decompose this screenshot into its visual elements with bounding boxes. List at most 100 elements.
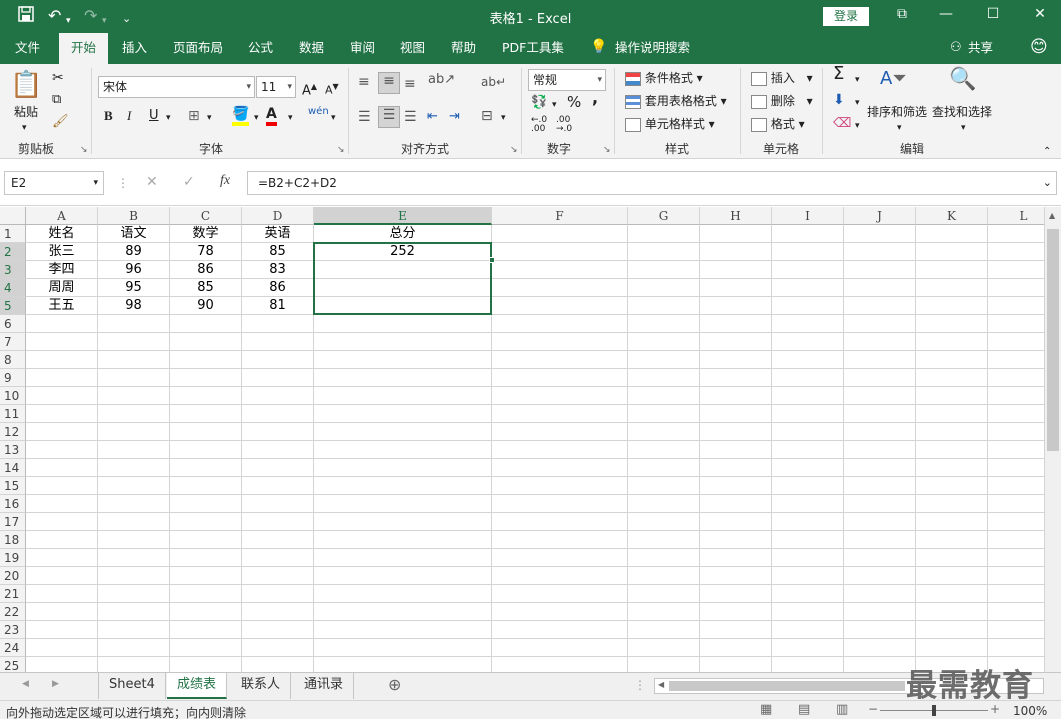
underline-dropdown-icon[interactable]: ▾ <box>166 110 171 126</box>
cell-c5[interactable]: 90 <box>170 297 242 315</box>
row-header-8[interactable]: 8 <box>0 351 26 369</box>
cell-i10[interactable] <box>772 387 844 405</box>
cell-e24[interactable] <box>314 639 492 657</box>
row-header-10[interactable]: 10 <box>0 387 26 405</box>
cell-d18[interactable] <box>242 531 314 549</box>
italic-button[interactable]: I <box>127 108 131 124</box>
cell-f13[interactable] <box>492 441 628 459</box>
expand-formula-icon[interactable]: ⌄ <box>1043 172 1052 194</box>
cell-d20[interactable] <box>242 567 314 585</box>
cell-a19[interactable] <box>26 549 98 567</box>
cell-a12[interactable] <box>26 423 98 441</box>
align-center-icon[interactable]: ☰ <box>378 106 400 128</box>
autosum-icon[interactable]: Σ <box>833 65 844 83</box>
cell-d24[interactable] <box>242 639 314 657</box>
currency-dropdown-icon[interactable]: ▾ <box>552 97 557 113</box>
tab-home[interactable]: 开始 <box>59 33 109 64</box>
cell-f4[interactable] <box>492 279 628 297</box>
cell-i24[interactable] <box>772 639 844 657</box>
borders-dropdown-icon[interactable]: ▾ <box>207 110 212 126</box>
page-layout-view-icon[interactable]: ▤ <box>798 702 810 717</box>
cell-a18[interactable] <box>26 531 98 549</box>
cell-g1[interactable] <box>628 225 700 243</box>
cell-k8[interactable] <box>916 351 988 369</box>
cell-l10[interactable] <box>988 387 1044 405</box>
cell-h25[interactable] <box>700 657 772 672</box>
cell-j24[interactable] <box>844 639 916 657</box>
cell-b8[interactable] <box>98 351 170 369</box>
cell-d23[interactable] <box>242 621 314 639</box>
fill-handle[interactable] <box>489 257 495 263</box>
cell-e25[interactable] <box>314 657 492 672</box>
cell-e7[interactable] <box>314 333 492 351</box>
cell-c4[interactable]: 85 <box>170 279 242 297</box>
cell-h19[interactable] <box>700 549 772 567</box>
ribbon-display-icon[interactable]: ⧉ <box>892 6 912 22</box>
column-header-h[interactable]: H <box>700 207 772 225</box>
cell-k3[interactable] <box>916 261 988 279</box>
cell-b13[interactable] <box>98 441 170 459</box>
cell-i17[interactable] <box>772 513 844 531</box>
cell-a16[interactable] <box>26 495 98 513</box>
cell-h23[interactable] <box>700 621 772 639</box>
cell-e20[interactable] <box>314 567 492 585</box>
close-button[interactable]: ✕ <box>1030 6 1050 22</box>
cell-l16[interactable] <box>988 495 1044 513</box>
column-header-j[interactable]: J <box>844 207 916 225</box>
cell-k19[interactable] <box>916 549 988 567</box>
cell-g9[interactable] <box>628 369 700 387</box>
cell-l15[interactable] <box>988 477 1044 495</box>
cell-f18[interactable] <box>492 531 628 549</box>
cell-d10[interactable] <box>242 387 314 405</box>
row-header-24[interactable]: 24 <box>0 639 26 657</box>
font-color-icon[interactable]: A <box>266 106 277 126</box>
cell-e9[interactable] <box>314 369 492 387</box>
cell-d25[interactable] <box>242 657 314 672</box>
cell-e23[interactable] <box>314 621 492 639</box>
column-header-e[interactable]: E <box>314 207 492 225</box>
clear-dropdown-icon[interactable]: ▾ <box>855 118 860 134</box>
sort-filter-icon[interactable]: A⏷ <box>880 68 907 90</box>
cell-e21[interactable] <box>314 585 492 603</box>
cell-c6[interactable] <box>170 315 242 333</box>
cell-l8[interactable] <box>988 351 1044 369</box>
cell-a20[interactable] <box>26 567 98 585</box>
cell-c14[interactable] <box>170 459 242 477</box>
row-header-11[interactable]: 11 <box>0 405 26 423</box>
cell-g16[interactable] <box>628 495 700 513</box>
cell-j13[interactable] <box>844 441 916 459</box>
cell-b7[interactable] <box>98 333 170 351</box>
cell-j4[interactable] <box>844 279 916 297</box>
cell-f15[interactable] <box>492 477 628 495</box>
cell-a13[interactable] <box>26 441 98 459</box>
cell-c25[interactable] <box>170 657 242 672</box>
cut-icon[interactable]: ✂ <box>52 70 64 86</box>
cell-e10[interactable] <box>314 387 492 405</box>
cell-f1[interactable] <box>492 225 628 243</box>
cell-l3[interactable] <box>988 261 1044 279</box>
cell-a4[interactable]: 周周 <box>26 279 98 297</box>
cell-d6[interactable] <box>242 315 314 333</box>
row-header-3[interactable]: 3 <box>0 261 26 279</box>
cell-j1[interactable] <box>844 225 916 243</box>
cell-k15[interactable] <box>916 477 988 495</box>
font-color-dropdown-icon[interactable]: ▾ <box>288 110 293 126</box>
cell-k12[interactable] <box>916 423 988 441</box>
cell-f23[interactable] <box>492 621 628 639</box>
cell-b16[interactable] <box>98 495 170 513</box>
collapse-ribbon-icon[interactable]: ⌃ <box>1043 144 1051 160</box>
scroll-left-icon[interactable]: ◀ <box>658 680 664 689</box>
cell-b12[interactable] <box>98 423 170 441</box>
tab-review[interactable]: 审阅 <box>348 33 377 64</box>
cell-l21[interactable] <box>988 585 1044 603</box>
cell-k11[interactable] <box>916 405 988 423</box>
cell-d4[interactable]: 86 <box>242 279 314 297</box>
format-painter-icon[interactable]: 🖌 <box>52 114 69 130</box>
cell-e13[interactable] <box>314 441 492 459</box>
cell-h16[interactable] <box>700 495 772 513</box>
cell-i2[interactable] <box>772 243 844 261</box>
cell-j16[interactable] <box>844 495 916 513</box>
cell-b18[interactable] <box>98 531 170 549</box>
cell-a1[interactable]: 姓名 <box>26 225 98 243</box>
cell-j19[interactable] <box>844 549 916 567</box>
